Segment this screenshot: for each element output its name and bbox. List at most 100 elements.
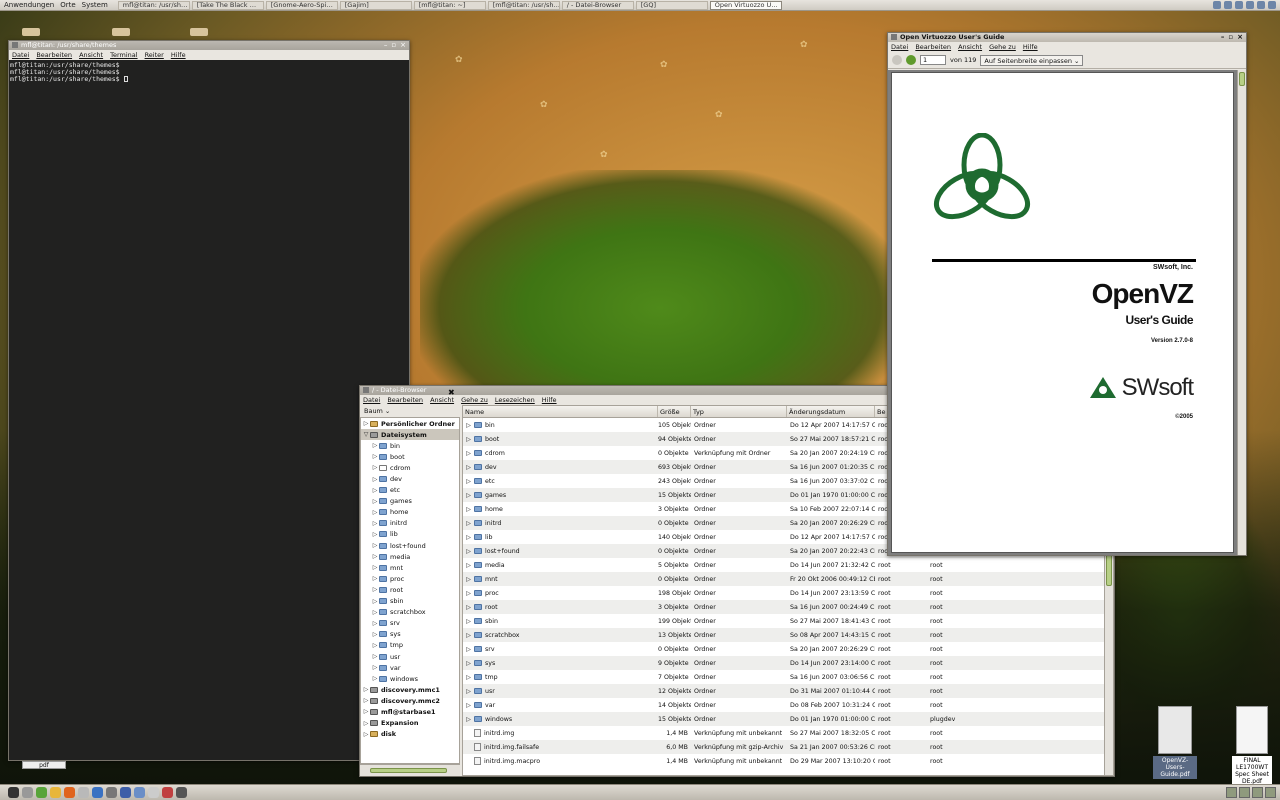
tree-item[interactable]: ▷ proc: [361, 573, 459, 584]
tree-item[interactable]: ▷ disk: [361, 729, 459, 740]
expander-icon[interactable]: ▷: [362, 686, 370, 693]
table-row[interactable]: ▷ mnt 0 Objekte Ordner Fr 20 Okt 2006 00:49:…: [463, 572, 1113, 586]
terminal-tab[interactable]: pdf: [22, 761, 66, 769]
previous-page-icon[interactable]: [892, 55, 902, 65]
firefox-launcher-icon[interactable]: [64, 787, 75, 798]
task-button[interactable]: [Take The Black …: [191, 0, 264, 10]
column-header-size[interactable]: Größe: [658, 406, 691, 417]
expander-icon[interactable]: ▷: [463, 436, 474, 443]
menu-file[interactable]: Datei: [12, 51, 29, 59]
zoom-select[interactable]: Auf Seitenbreite einpassen ⌄: [980, 54, 1084, 66]
menu-help[interactable]: Hilfe: [171, 51, 186, 59]
expander-icon[interactable]: ▷: [463, 548, 474, 555]
column-header-name[interactable]: Name: [463, 406, 658, 417]
disk-launcher-icon[interactable]: [148, 787, 159, 798]
table-row[interactable]: initrd.img 1,4 MB Verknüpfung mit unbekann…: [463, 726, 1113, 740]
tree-item[interactable]: ▷ sys: [361, 629, 459, 640]
menu-help[interactable]: Hilfe: [542, 396, 557, 404]
expander-icon[interactable]: ▷: [371, 664, 379, 671]
tree-item[interactable]: ▷ usr: [361, 651, 459, 662]
media-launcher-icon[interactable]: [162, 787, 173, 798]
expander-icon[interactable]: ▷: [362, 731, 370, 738]
menu-terminal[interactable]: Terminal: [110, 51, 137, 59]
expander-icon[interactable]: ▷: [463, 492, 474, 499]
workspace-cell[interactable]: [1265, 787, 1276, 798]
tree-item[interactable]: ▷ root: [361, 584, 459, 595]
table-row[interactable]: ▷ sys 9 Objekte Ordner Do 14 Jun 2007 23:14:…: [463, 656, 1113, 670]
task-button[interactable]: [mfl@titan: ~]: [413, 0, 486, 10]
tree-item[interactable]: ▽ Dateisystem: [361, 429, 459, 441]
tree-item[interactable]: ▷ cdrom: [361, 462, 459, 473]
tree-item[interactable]: ▷ etc: [361, 485, 459, 496]
workspace-cell[interactable]: [1226, 787, 1237, 798]
table-row[interactable]: ▷ scratchbox 13 Objekte Ordner So 08 Apr 200…: [463, 628, 1113, 642]
expander-icon[interactable]: ▷: [371, 620, 379, 627]
expander-icon[interactable]: ▷: [463, 688, 474, 695]
task-button-active[interactable]: Open Virtuozzo U…: [709, 0, 782, 10]
tree-item[interactable]: ▷ media: [361, 551, 459, 562]
expander-icon[interactable]: ▷: [463, 478, 474, 485]
tree-horizontal-scrollbar[interactable]: [360, 764, 460, 776]
expander-icon[interactable]: ▷: [371, 464, 379, 471]
expander-icon[interactable]: ▷: [371, 642, 379, 649]
sidebar-close-icon[interactable]: ✖: [448, 388, 455, 397]
table-row[interactable]: ▷ srv 0 Objekte Ordner Sa 20 Jan 2007 20:26:…: [463, 642, 1113, 656]
expander-icon[interactable]: ▷: [371, 609, 379, 616]
close-icon[interactable]: ×: [1237, 33, 1243, 42]
expander-open-icon[interactable]: ▽: [362, 431, 370, 438]
menu-file[interactable]: Datei: [891, 43, 908, 51]
tree-item[interactable]: ▷ Persönlicher Ordner: [361, 418, 459, 429]
tree-item[interactable]: ▷ boot: [361, 451, 459, 462]
minimize-icon[interactable]: –: [1221, 33, 1225, 42]
expander-icon[interactable]: ▷: [463, 632, 474, 639]
tree-item[interactable]: ▷ Expansion: [361, 718, 459, 729]
expander-icon[interactable]: ▷: [463, 562, 474, 569]
table-row[interactable]: ▷ tmp 7 Objekte Ordner Sa 16 Jun 2007 03:06:…: [463, 670, 1113, 684]
folder-tree[interactable]: ▷ Persönlicher Ordner ▽ Dateisystem ▷ bin ▷ boo…: [360, 417, 460, 764]
tree-item[interactable]: ▷ sbin: [361, 596, 459, 607]
tree-item[interactable]: ▷ discovery.mmc2: [361, 695, 459, 706]
menu-applications[interactable]: Anwendungen: [4, 1, 54, 9]
tree-item[interactable]: ▷ bin: [361, 440, 459, 451]
settings-launcher-icon[interactable]: [22, 787, 33, 798]
expander-icon[interactable]: ▷: [371, 453, 379, 460]
tree-item[interactable]: ▷ lost+found: [361, 540, 459, 551]
document-canvas[interactable]: SWsoft, Inc. OpenVZ User's Guide Version…: [888, 70, 1237, 555]
menu-system[interactable]: System: [82, 1, 108, 9]
expander-icon[interactable]: ▷: [371, 476, 379, 483]
expander-icon[interactable]: ▷: [371, 564, 379, 571]
tree-item[interactable]: ▷ dev: [361, 473, 459, 484]
expander-icon[interactable]: ▷: [463, 590, 474, 597]
menu-edit[interactable]: Bearbeiten: [36, 51, 72, 59]
expander-icon[interactable]: ▷: [463, 450, 474, 457]
document-scrollbar[interactable]: [1237, 70, 1246, 555]
terminal-output[interactable]: mfl@titan:/usr/share/themes$ mfl@titan:/…: [9, 60, 409, 760]
expander-icon[interactable]: ▷: [463, 576, 474, 583]
scroll-thumb[interactable]: [370, 768, 447, 773]
table-row[interactable]: ▷ var 14 Objekte Ordner Do 08 Feb 2007 10:31…: [463, 698, 1113, 712]
expander-icon[interactable]: ▷: [371, 598, 379, 605]
menu-places[interactable]: Orte: [60, 1, 75, 9]
calculator-launcher-icon[interactable]: [176, 787, 187, 798]
tree-item[interactable]: ▷ discovery.mmc1: [361, 684, 459, 695]
menu-edit[interactable]: Bearbeiten: [915, 43, 951, 51]
expander-icon[interactable]: ▷: [371, 542, 379, 549]
minimize-icon[interactable]: –: [384, 41, 388, 50]
expander-icon[interactable]: ▷: [463, 520, 474, 527]
tree-item[interactable]: ▷ var: [361, 662, 459, 673]
expander-icon[interactable]: ▷: [371, 520, 379, 527]
monitor-launcher-icon[interactable]: [106, 787, 117, 798]
bluetooth-icon[interactable]: [1235, 1, 1243, 9]
expander-icon[interactable]: ▷: [463, 464, 474, 471]
expander-icon[interactable]: ▷: [362, 420, 370, 427]
expander-icon[interactable]: ▷: [362, 708, 370, 715]
task-button[interactable]: [GQ]: [635, 0, 708, 10]
task-button[interactable]: [mfl@titan: /usr/sh…: [487, 0, 560, 10]
task-button[interactable]: [Gnome-Aero-Spi…: [265, 0, 338, 10]
menu-help[interactable]: Hilfe: [1023, 43, 1038, 51]
sidebar-view-selector[interactable]: Baum ⌄: [360, 405, 460, 417]
expander-icon[interactable]: ▷: [463, 534, 474, 541]
expander-icon[interactable]: ▷: [371, 653, 379, 660]
table-row[interactable]: ▷ media 5 Objekte Ordner Do 14 Jun 2007 21:3…: [463, 558, 1113, 572]
task-button[interactable]: [Gajim]: [339, 0, 412, 10]
